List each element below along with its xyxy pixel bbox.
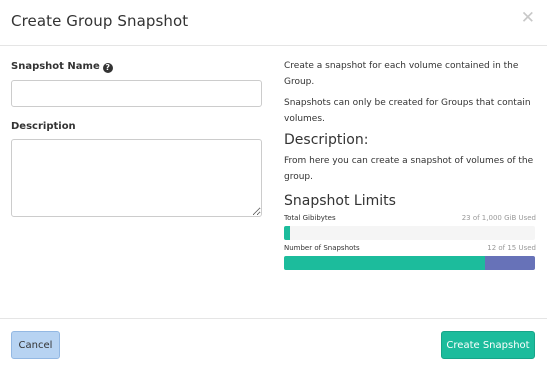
question-circle-icon[interactable]: ? — [102, 63, 113, 73]
help-paragraph-2: Snapshots can only be created for Groups… — [284, 98, 531, 124]
close-icon[interactable]: ✕ — [521, 8, 535, 28]
quota-label: Total Gibibytes — [284, 214, 336, 222]
quota-row: Total Gibibytes 23 of 1,000 GiB Used — [284, 214, 536, 226]
description-label: Description — [11, 121, 76, 132]
quota-progress-bar — [284, 256, 535, 270]
dialog-footer: Cancel Create Snapshot — [0, 318, 547, 369]
quota-used-fill — [284, 226, 290, 240]
snapshot-name-input[interactable] — [11, 80, 262, 107]
create-snapshot-button[interactable]: Create Snapshot — [441, 331, 535, 359]
quota-total-gibibytes: Total Gibibytes 23 of 1,000 GiB Used — [284, 214, 536, 240]
quota-used-text: 23 of 1,000 GiB Used — [461, 214, 536, 222]
snapshot-name-label-text: Snapshot Name — [11, 61, 100, 72]
quota-added-fill — [484, 256, 535, 270]
description-textarea[interactable] — [11, 139, 262, 217]
quota-progress-bar — [284, 226, 535, 240]
description-heading: Description: — [284, 132, 369, 148]
quota-used-text: 12 of 15 Used — [487, 244, 536, 252]
snapshot-name-label: Snapshot Name? — [11, 61, 113, 73]
quota-number-of-snapshots: Number of Snapshots 12 of 15 Used — [284, 244, 536, 270]
quota-used-fill — [284, 256, 485, 270]
dialog-title: Create Group Snapshot — [11, 12, 189, 30]
description-help-text: From here you can create a snapshot of v… — [284, 156, 534, 182]
quota-row: Number of Snapshots 12 of 15 Used — [284, 244, 536, 256]
help-panel: Create a snapshot for each volume contai… — [284, 58, 536, 274]
dialog-header: Create Group Snapshot ✕ — [0, 0, 547, 46]
cancel-button[interactable]: Cancel — [11, 331, 60, 359]
help-paragraph-1: Create a snapshot for each volume contai… — [284, 61, 519, 87]
create-group-snapshot-dialog: Create Group Snapshot ✕ Snapshot Name? D… — [0, 0, 547, 369]
snapshot-limits-heading: Snapshot Limits — [284, 193, 396, 209]
quota-label: Number of Snapshots — [284, 244, 360, 252]
